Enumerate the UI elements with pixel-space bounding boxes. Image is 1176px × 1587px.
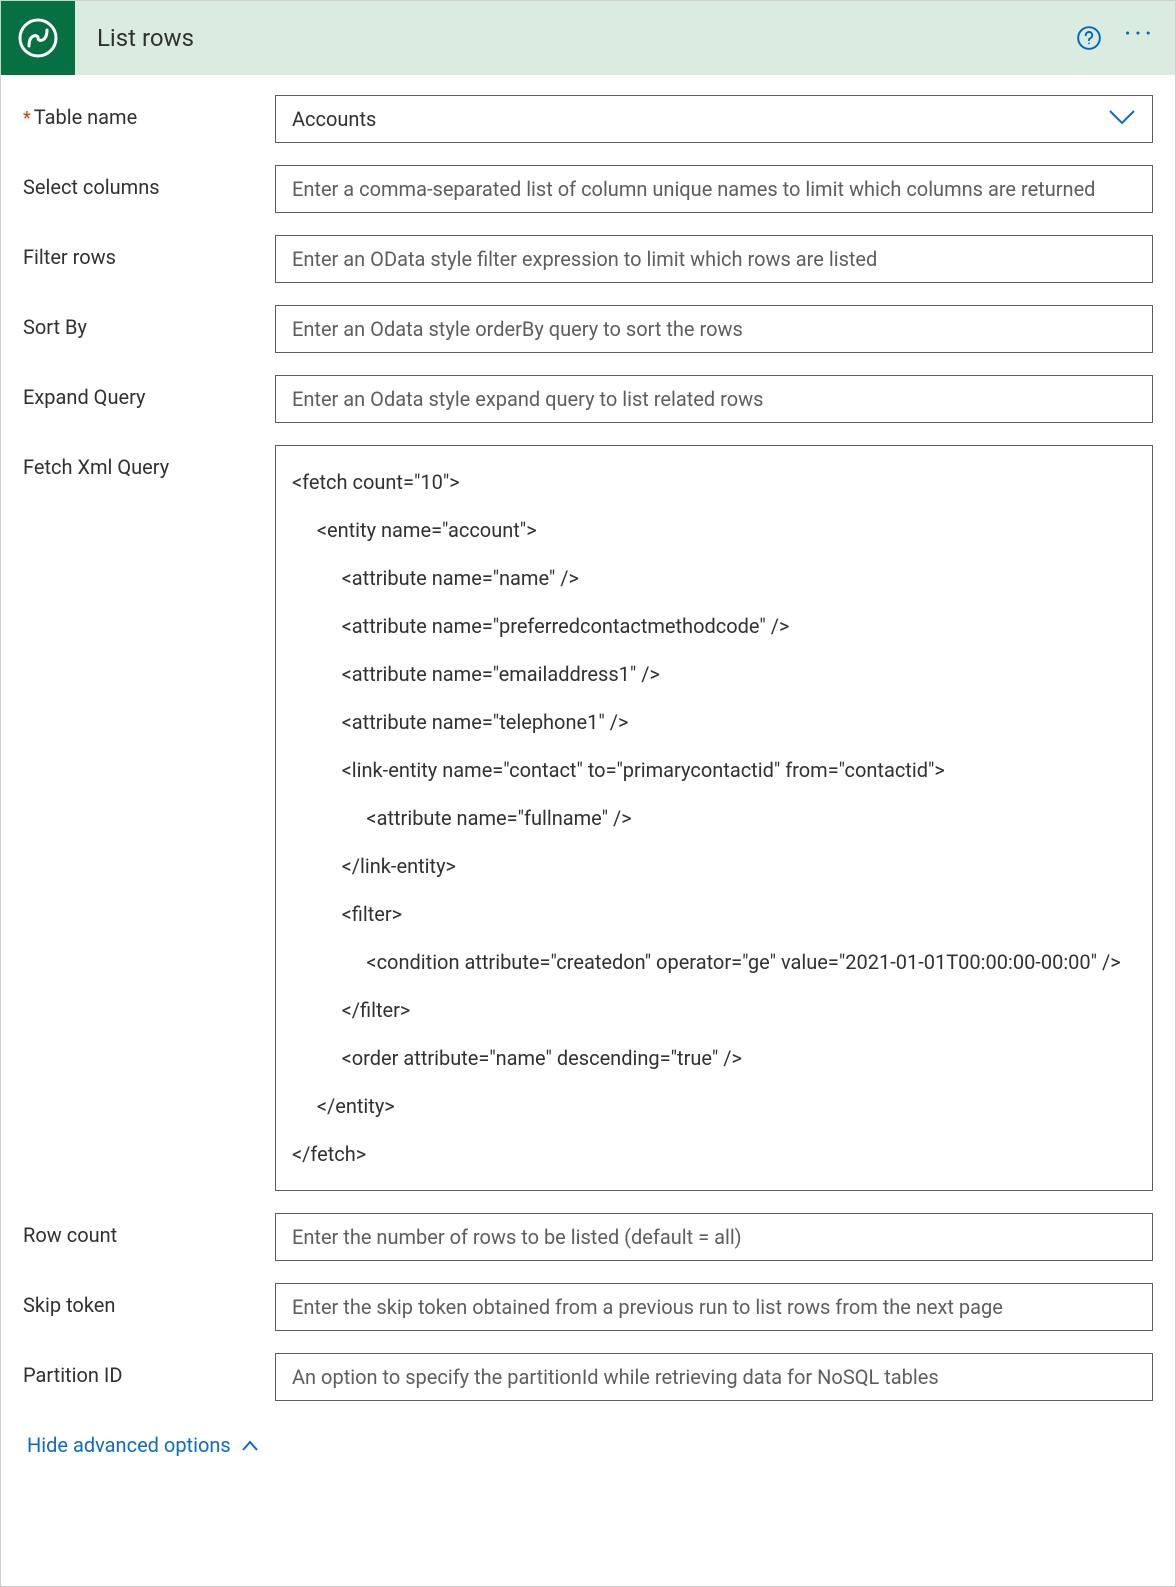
expand-query-label: Expand Query (23, 375, 275, 409)
fetch-xml-input[interactable]: <fetch count="10"> <entity name="account… (275, 445, 1153, 1191)
row-count-input[interactable] (275, 1213, 1153, 1261)
table-name-value: Accounts (292, 107, 376, 131)
row-count-label: Row count (23, 1213, 275, 1247)
card-header: List rows ··· (1, 1, 1175, 75)
card-body: Table name Accounts Select columns Filte… (1, 75, 1175, 1487)
sort-by-label: Sort By (23, 305, 275, 339)
help-icon[interactable] (1076, 25, 1102, 51)
hide-advanced-options-label: Hide advanced options (27, 1433, 231, 1457)
table-name-select[interactable]: Accounts (275, 95, 1153, 143)
expand-query-input[interactable] (275, 375, 1153, 423)
chevron-down-icon (1108, 108, 1136, 131)
skip-token-label: Skip token (23, 1283, 275, 1317)
filter-rows-label: Filter rows (23, 235, 275, 269)
chevron-up-icon (241, 1433, 259, 1457)
hide-advanced-options-link[interactable]: Hide advanced options (23, 1423, 263, 1477)
fetch-xml-label: Fetch Xml Query (23, 445, 275, 479)
select-columns-label: Select columns (23, 165, 275, 199)
select-columns-input[interactable] (275, 165, 1153, 213)
card-title: List rows (97, 24, 1076, 52)
filter-rows-input[interactable] (275, 235, 1153, 283)
more-icon[interactable]: ··· (1124, 20, 1155, 56)
partition-id-input[interactable] (275, 1353, 1153, 1401)
partition-id-label: Partition ID (23, 1353, 275, 1387)
skip-token-input[interactable] (275, 1283, 1153, 1331)
list-rows-card: List rows ··· Table name Accounts (0, 0, 1176, 1587)
table-name-label: Table name (23, 95, 275, 129)
sort-by-input[interactable] (275, 305, 1153, 353)
dataverse-icon (1, 1, 75, 75)
